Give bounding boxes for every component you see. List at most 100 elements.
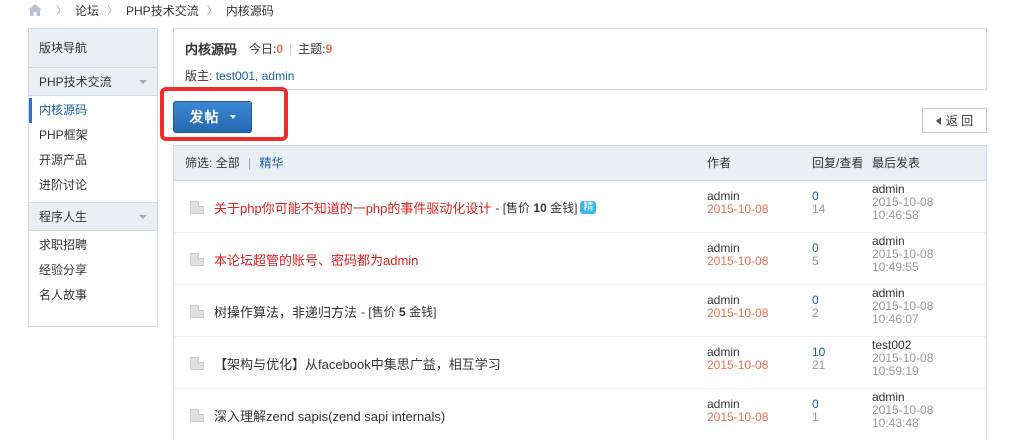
view-count: 2: [812, 306, 819, 320]
thread-counts: 0 2: [812, 294, 819, 320]
board-navigation-sidebar: 版块导航 PHP技术交流 内核源码 PHP框架 开源产品 进阶讨论 程序人生 求…: [28, 28, 158, 327]
view-count: 5: [812, 254, 819, 268]
thread-table-header: 筛选: 全部 | 精华 作者 回复/查看 最后发表: [174, 146, 986, 181]
view-count: 14: [812, 202, 826, 216]
post-date: 2015-10-08: [707, 306, 769, 320]
sidebar-item-php-framework[interactable]: PHP框架: [29, 123, 157, 148]
thread-row: 【架构与优化】从facebook中集思广益，相互学习 admin 2015-10…: [174, 337, 986, 389]
back-button[interactable]: 返 回: [922, 108, 987, 133]
new-post-button[interactable]: 发帖: [173, 101, 252, 133]
thread-price: - [售价 5 金钱]: [361, 303, 436, 320]
thread-counts: 10 21: [812, 346, 825, 372]
filter-divider: |: [248, 156, 252, 170]
sidebar-group-label: PHP技术交流: [39, 75, 112, 89]
filter-all[interactable]: 全部: [216, 156, 240, 170]
sidebar-list-life: 求职招聘 经验分享 名人故事: [29, 231, 157, 312]
chevron-down-icon: [139, 215, 147, 219]
thread-last-post: admin 2015-10-08 10:43:48: [872, 391, 933, 430]
sidebar-list-php: 内核源码 PHP框架 开源产品 进阶讨论: [29, 96, 157, 203]
thread-file-icon: [190, 357, 204, 370]
moderators-line: 版主: test001, admin: [185, 67, 975, 84]
thread-last-post: admin 2015-10-08 10:46:07: [872, 287, 933, 326]
thread-author: admin 2015-10-08: [707, 398, 768, 424]
last-post-time: 10:59:19: [872, 364, 919, 378]
sidebar-item-open-source[interactable]: 开源产品: [29, 148, 157, 173]
breadcrumb-board-link[interactable]: 内核源码: [226, 2, 274, 19]
thread-file-icon: [190, 409, 204, 422]
sidebar-item-advanced[interactable]: 进阶讨论: [29, 173, 157, 198]
price-value: 5: [399, 305, 406, 319]
thread-title-link[interactable]: 深入理解zend sapis(zend sapi internals): [214, 406, 445, 425]
post-date: 2015-10-08: [707, 358, 769, 372]
thread-last-post: admin 2015-10-08 10:46:58: [872, 183, 933, 222]
price-prefix: - [售价: [495, 201, 531, 215]
thread-table: 筛选: 全部 | 精华 作者 回复/查看 最后发表 关于php你可能不知道的一p…: [173, 145, 987, 440]
digest-badge: 精: [580, 201, 597, 214]
topics-label: 主题:: [298, 42, 326, 56]
forum-info-box: 内核源码 今日: 0 | 主题: 9 版主: test001, admin: [173, 28, 987, 90]
sidebar-group-life[interactable]: 程序人生: [29, 203, 157, 231]
breadcrumb-category-link[interactable]: PHP技术交流: [126, 2, 199, 19]
breadcrumb-separator: 〉: [56, 5, 67, 17]
price-value: 10: [533, 201, 547, 215]
thread-last-post: admin 2015-10-08 10:49:55: [872, 235, 933, 274]
sidebar-item-stories[interactable]: 名人故事: [29, 283, 157, 308]
thread-title-line: 本论坛超管的账号、密码都为admin: [214, 250, 418, 269]
sidebar-item-experience[interactable]: 经验分享: [29, 258, 157, 283]
moderators-links[interactable]: test001, admin: [216, 69, 295, 83]
thread-counts: 0 5: [812, 242, 819, 268]
last-post-time: 10:49:55: [872, 260, 919, 274]
forum-title: 内核源码: [185, 42, 238, 57]
filter-digest[interactable]: 精华: [260, 156, 284, 170]
column-reply-view: 回复/查看: [812, 156, 864, 170]
thread-title-line: 关于php你可能不知道的一php的事件驱动化设计 - [售价 10 金钱] 精: [214, 198, 597, 217]
breadcrumb-forum-link[interactable]: 论坛: [75, 2, 99, 19]
thread-row: 深入理解zend sapis(zend sapi internals) admi…: [174, 389, 986, 440]
thread-title-line: 深入理解zend sapis(zend sapi internals): [214, 406, 445, 425]
last-post-time: 10:46:58: [872, 208, 919, 222]
sidebar-group-php[interactable]: PHP技术交流: [29, 68, 157, 96]
thread-author: admin 2015-10-08: [707, 190, 768, 216]
thread-title-line: 树操作算法，非递归方法 - [售价 5 金钱]: [214, 302, 436, 321]
triangle-left-icon: [935, 116, 941, 125]
thread-file-icon: [190, 253, 204, 266]
stat-divider: |: [289, 41, 293, 56]
breadcrumb-separator: 〉: [206, 5, 218, 17]
home-icon[interactable]: [28, 4, 42, 16]
today-label: 今日:: [249, 42, 277, 56]
thread-row: 关于php你可能不知道的一php的事件驱动化设计 - [售价 10 金钱] 精 …: [174, 181, 986, 233]
thread-title-link[interactable]: 本论坛超管的账号、密码都为admin: [214, 250, 418, 269]
thread-title-link[interactable]: 【架构与优化】从facebook中集思广益，相互学习: [214, 354, 501, 373]
thread-row: 本论坛超管的账号、密码都为admin admin 2015-10-08 0 5 …: [174, 233, 986, 285]
today-count: 0: [276, 41, 284, 56]
last-post-time: 10:43:48: [872, 416, 919, 430]
forum-title-line: 内核源码 今日: 0 | 主题: 9: [185, 39, 975, 58]
chevron-down-icon: [139, 80, 147, 84]
thread-row: 树操作算法，非递归方法 - [售价 5 金钱] admin 2015-10-08…: [174, 285, 986, 337]
thread-counts: 0 1: [812, 398, 819, 424]
post-date: 2015-10-08: [707, 202, 769, 216]
breadcrumb-separator: 〉: [107, 5, 119, 17]
thread-last-post: test002 2015-10-08 10:59:19: [872, 339, 933, 378]
post-date: 2015-10-08: [707, 410, 769, 424]
price-suffix: 金钱]: [550, 201, 578, 215]
thread-author: admin 2015-10-08: [707, 242, 768, 268]
post-date: 2015-10-08: [707, 254, 769, 268]
filter-label: 筛选:: [185, 156, 213, 170]
moderators-label: 版主:: [185, 69, 213, 83]
thread-title-link[interactable]: 树操作算法，非递归方法: [214, 302, 357, 321]
thread-author: admin 2015-10-08: [707, 294, 768, 320]
sidebar-header: 版块导航: [29, 29, 157, 68]
thread-author: admin 2015-10-08: [707, 346, 768, 372]
thread-file-icon: [190, 201, 204, 214]
thread-title-line: 【架构与优化】从facebook中集思广益，相互学习: [214, 354, 501, 373]
column-author: 作者: [707, 156, 732, 170]
thread-title-link[interactable]: 关于php你可能不知道的一php的事件驱动化设计: [214, 198, 491, 217]
breadcrumb: 〉 论坛 〉 PHP技术交流 〉 内核源码: [28, 0, 274, 20]
thread-price: - [售价 10 金钱]: [495, 199, 577, 216]
new-post-label: 发帖: [189, 109, 220, 125]
sidebar-item-kernel-source[interactable]: 内核源码: [29, 98, 157, 123]
price-suffix: 金钱]: [409, 305, 437, 319]
view-count: 21: [812, 358, 826, 372]
sidebar-item-jobs[interactable]: 求职招聘: [29, 233, 157, 258]
